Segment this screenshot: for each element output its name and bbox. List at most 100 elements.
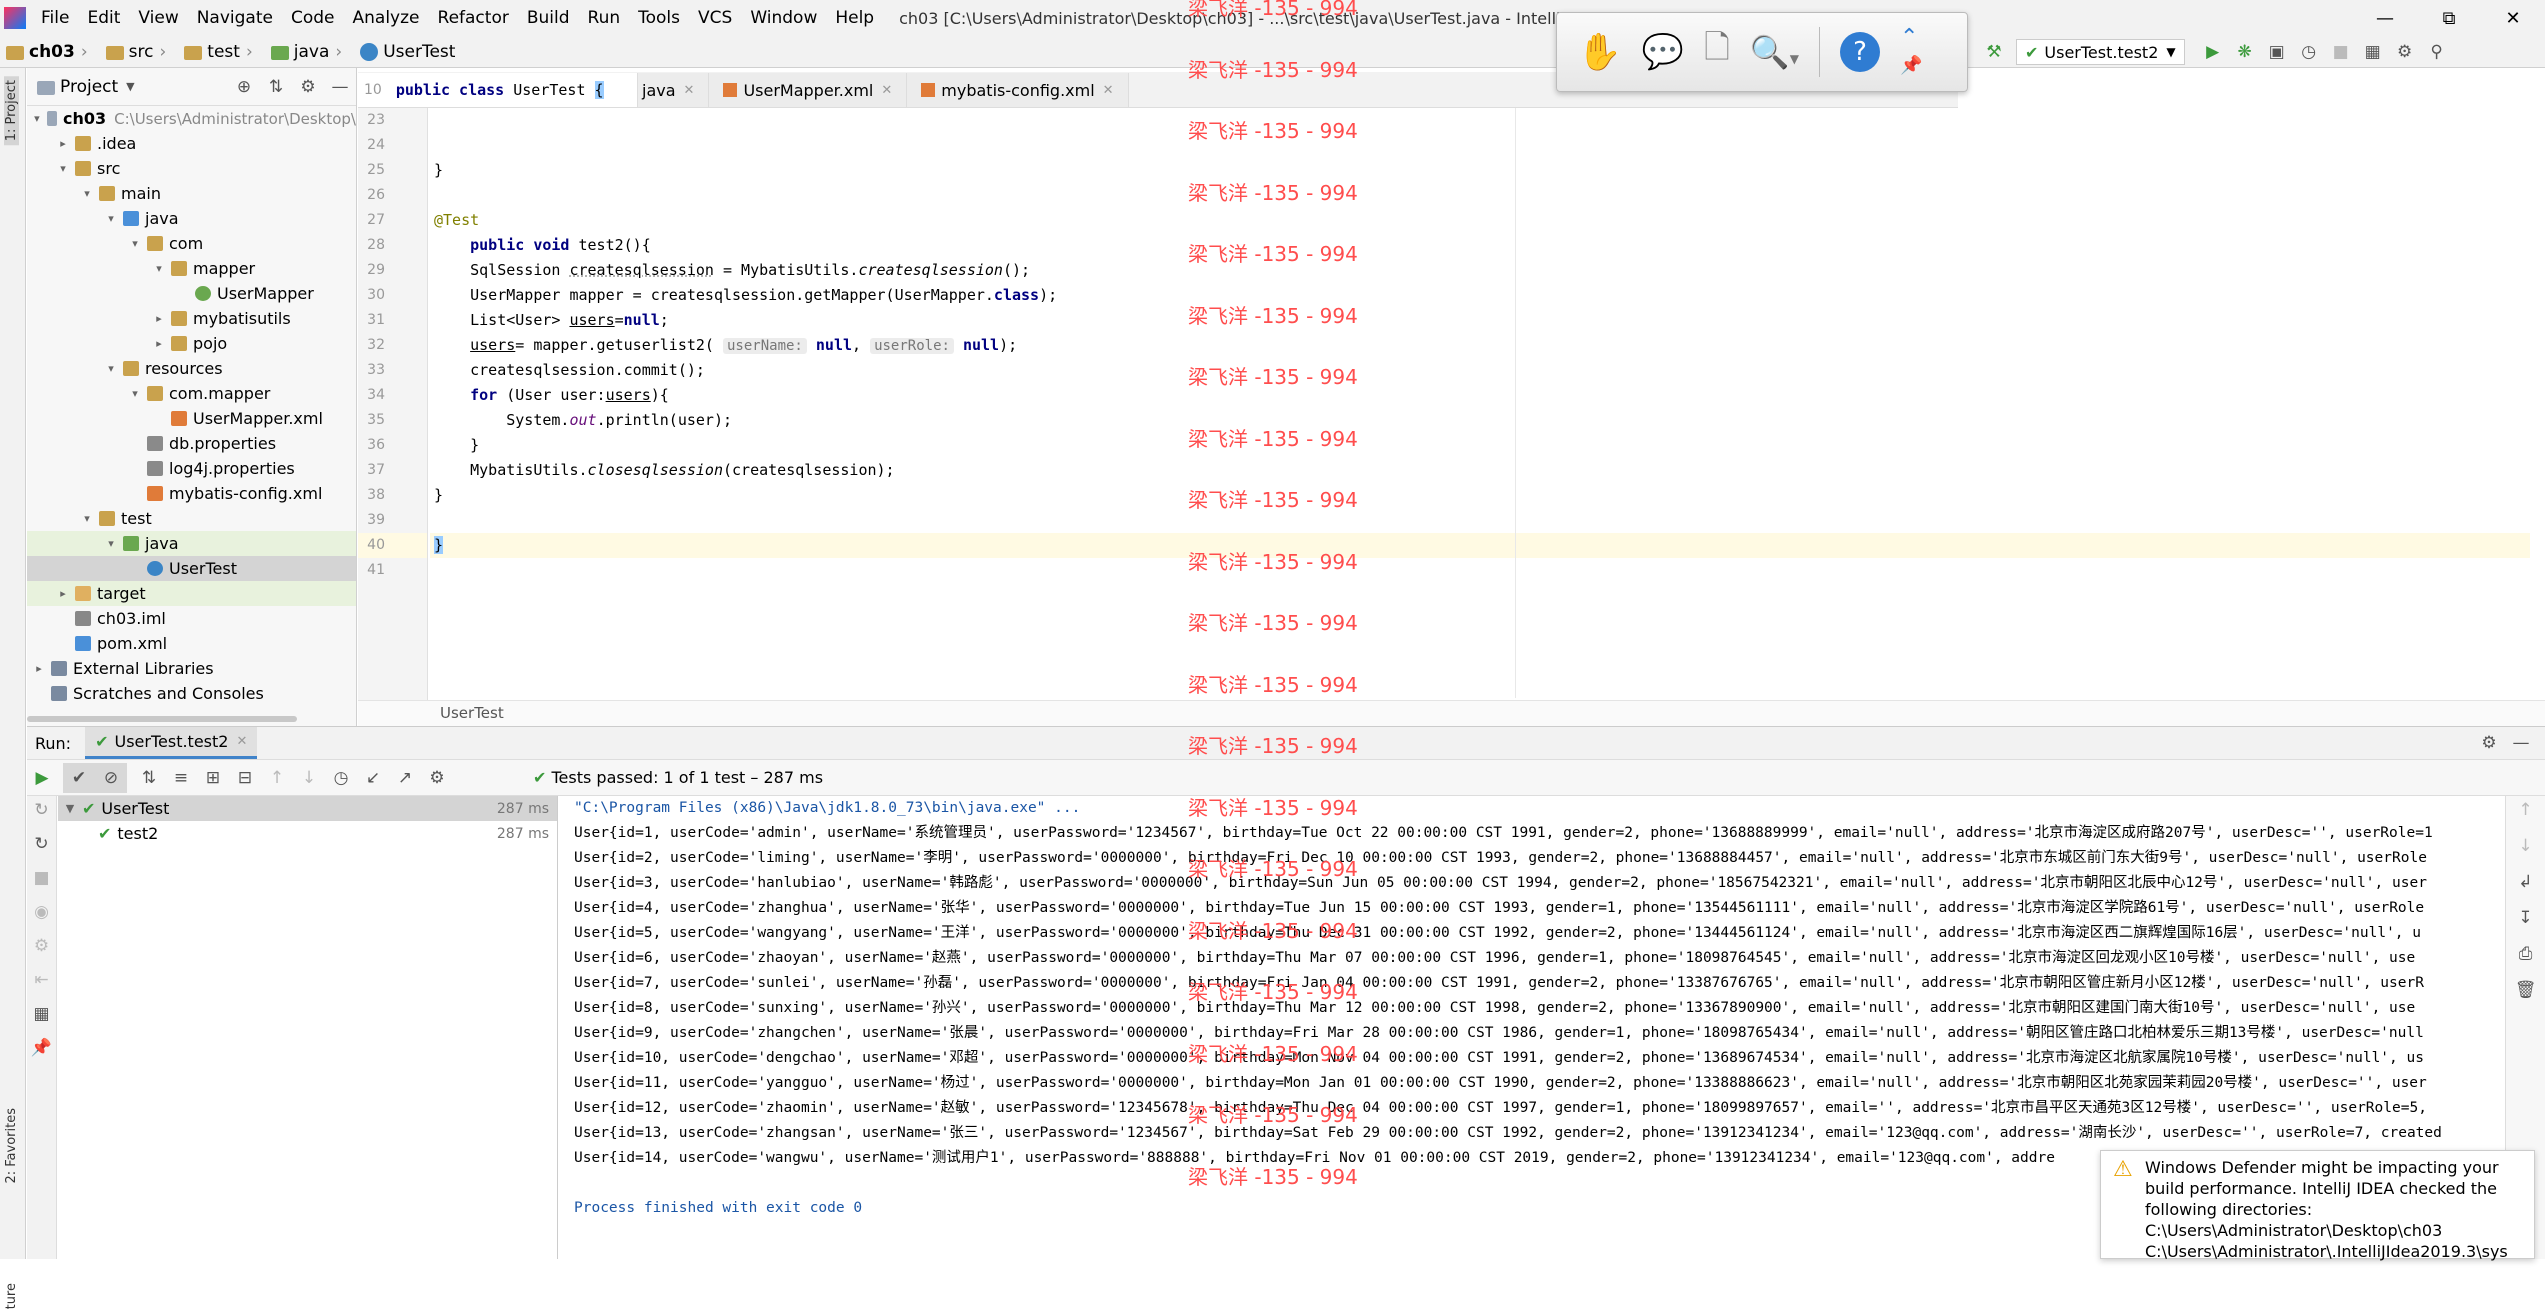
toggle-icon[interactable]: ⚙ [34,936,49,956]
scroll-to-end-icon[interactable]: ↧ [2518,908,2532,928]
project-tool-tab[interactable]: 1: Project [4,76,19,146]
exit-icon[interactable]: ⇤ [34,970,48,990]
tree-item-scratches-and-consoles[interactable]: Scratches and Consoles [27,681,356,706]
chevron-down-icon[interactable]: ▼ [1790,52,1799,66]
show-passed-icon[interactable]: ✔ [63,762,95,793]
rerun-icon[interactable]: ▶ [27,763,57,793]
build-hammer-icon[interactable]: ⚒ [1978,37,2010,67]
menu-file[interactable]: File [32,0,78,36]
tree-item-db-properties[interactable]: db.properties [27,431,356,456]
tab-mybatis-config-xml[interactable]: mybatis-config.xml ✕ [907,73,1129,107]
menu-run[interactable]: Run [579,0,630,36]
help-icon[interactable]: ? [1839,32,1880,72]
close-icon[interactable]: ✕ [2481,0,2545,36]
export-icon[interactable]: ↗ [389,763,421,793]
minimize-icon[interactable]: — [2353,0,2417,36]
tree-item-pom-xml[interactable]: pom.xml [27,631,356,656]
tree-item-target[interactable]: ▸ target [27,581,356,606]
sort-duration-icon[interactable]: ≡ [165,763,197,793]
sort-alpha-icon[interactable]: ⇅ [133,763,165,793]
collapse-up-icon[interactable]: ⌃ [1900,26,1922,48]
run-config-selector[interactable]: ✔ UserTest.test2 ▼ [2016,39,2185,65]
history-icon[interactable]: ◷ [325,763,357,793]
pin-icon[interactable]: 📌 [1900,55,1922,76]
close-icon[interactable]: ✕ [881,83,892,98]
chevron-down-icon[interactable]: ▾ [153,262,165,275]
toggle-auto-test-icon[interactable]: ↻ [34,834,48,854]
chevron-down-icon[interactable]: ▾ [105,212,117,225]
stop-icon[interactable]: ■ [2325,37,2357,67]
tree-scrollbar[interactable] [27,716,297,722]
tree-item-java[interactable]: ▾ java [27,206,356,231]
tree-item-main[interactable]: ▾ main [27,181,356,206]
menu-refactor[interactable]: Refactor [429,0,518,36]
test-case-row[interactable]: ✔ test2 287 ms [58,821,557,846]
tree-item-usermapper-xml[interactable]: UserMapper.xml [27,406,356,431]
tree-item-mybatis-config-xml[interactable]: mybatis-config.xml [27,481,356,506]
camera-icon[interactable]: ◉ [34,902,49,922]
chevron-down-icon[interactable]: ▾ [129,387,141,400]
menu-tools[interactable]: Tools [629,0,689,36]
tree-item-com-mapper[interactable]: ▾ com.mapper [27,381,356,406]
chevron-down-icon[interactable]: ▼ [126,80,134,93]
tree-item-external-libraries[interactable]: ▸ External Libraries [27,656,356,681]
stop-icon[interactable]: ■ [33,868,49,888]
chevron-right-icon[interactable]: ▸ [153,312,165,325]
favorites-tool-tab[interactable]: 2: Favorites [4,1108,19,1184]
prev-failed-icon[interactable]: ↑ [261,763,293,793]
pin-icon[interactable]: 📌 [31,1038,52,1058]
soft-wrap-icon[interactable]: ↲ [2518,872,2532,892]
run-tab[interactable]: ✔ UserTest.test2 ✕ [85,727,258,759]
hide-icon[interactable]: — [2505,728,2537,758]
collapse-all-icon[interactable]: ⊟ [229,763,261,793]
run-icon[interactable]: ▶ [2197,37,2229,67]
profile-icon[interactable]: ◷ [2293,37,2325,67]
structure-tool-tab[interactable]: ture [4,1283,19,1309]
chevron-down-icon[interactable]: ▾ [81,187,93,200]
menu-code[interactable]: Code [282,0,344,36]
tree-item-pojo[interactable]: ▸ pojo [27,331,356,356]
chevron-right-icon[interactable]: ▸ [153,337,165,350]
breadcrumb-usertest[interactable]: UserTest [354,42,461,62]
close-icon[interactable]: ✕ [1103,83,1114,98]
collapse-all-icon[interactable]: ⇅ [260,72,292,102]
tree-item-test[interactable]: ▾ test [27,506,356,531]
tree-item-ch03-iml[interactable]: ch03.iml [27,606,356,631]
tree-item-java[interactable]: ▾ java [27,531,356,556]
menu-build[interactable]: Build [518,0,579,36]
menu-view[interactable]: View [129,0,187,36]
coverage-icon[interactable]: ▣ [2261,37,2293,67]
chevron-down-icon[interactable]: ▾ [129,237,141,250]
close-icon[interactable]: ✕ [684,83,695,98]
chevron-down-icon[interactable]: ▾ [81,512,93,525]
menu-analyze[interactable]: Analyze [344,0,429,36]
breadcrumb-project[interactable]: ch03 › [0,42,100,62]
debug-icon[interactable]: ❋ [2229,37,2261,67]
restore-icon[interactable]: ⧉ [2417,0,2481,36]
menu-help[interactable]: Help [826,0,883,36]
tab-java[interactable]: java ✕ [638,73,710,107]
menu-window[interactable]: Window [741,0,826,36]
layout-icon[interactable]: ▦ [33,1004,49,1024]
settings-icon[interactable]: ⚙ [2389,37,2421,67]
project-structure-icon[interactable]: ▦ [2357,37,2389,67]
breadcrumb-test[interactable]: test › [178,42,264,62]
tree-item-mapper[interactable]: ▾ mapper [27,256,356,281]
tree-item-usertest[interactable]: UserTest [27,556,356,581]
project-view-selector[interactable]: Project [60,77,118,97]
tree-item-usermapper[interactable]: UserMapper [27,281,356,306]
test-suite-row[interactable]: ▼ ✔ UserTest 287 ms [58,796,557,821]
tree-item--idea[interactable]: ▸ .idea [27,131,356,156]
zoom-icon[interactable]: 🔍▼ [1750,33,1799,71]
tree-item-mybatisutils[interactable]: ▸ mybatisutils [27,306,356,331]
tree-item-com[interactable]: ▾ com [27,231,356,256]
print-icon[interactable]: ⎙ [2519,944,2533,964]
hand-icon[interactable]: ✋ [1577,31,1622,73]
chevron-down-icon[interactable]: ▾ [105,362,117,375]
breadcrumb-src[interactable]: src › [100,42,179,62]
tree-item-ch03[interactable]: ▾ ch03 C:\Users\Administrator\Desktop\ [27,106,356,131]
arrow-up-icon[interactable]: ↑ [2518,800,2532,820]
gear-icon[interactable]: ⚙ [292,72,324,102]
code-editor[interactable]: } @Test public void test2(){ SqlSession … [430,108,2530,706]
next-failed-icon[interactable]: ↓ [293,763,325,793]
